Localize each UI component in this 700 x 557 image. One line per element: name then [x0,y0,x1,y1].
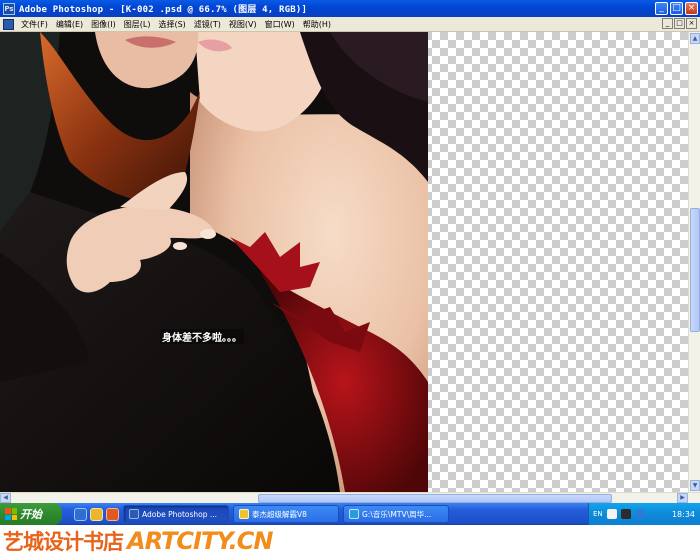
menu-bar: 文件(F) 编辑(E) 图像(I) 图层(L) 选择(S) 滤镜(T) 视图(V… [0,17,700,32]
desktop-icon[interactable] [90,507,103,521]
document-controls: _ □ × [662,18,697,29]
task-label: G:\音乐\MTV\周华... [362,509,432,519]
menu-help[interactable]: 帮助(H) [299,19,335,30]
title-bar[interactable]: Ps Adobe Photoshop - [K-002 .psd @ 66.7%… [0,0,700,17]
task-media-player[interactable]: 泰杰超级解霸V8 [233,505,339,523]
folder-icon [349,509,359,519]
horizontal-scrollbar[interactable]: ◀ ▶ [0,492,700,503]
watermark-banner: 艺城设计书店 ARTCITY.CN [0,525,700,557]
doc-minimize-button[interactable]: _ [662,18,673,29]
task-photoshop[interactable]: Adobe Photoshop ... [123,505,229,523]
menu-edit[interactable]: 编辑(E) [52,19,87,30]
quick-launch [74,507,119,521]
task-label: Adobe Photoshop ... [142,509,218,519]
windows-logo-icon [5,508,17,520]
start-label: 开始 [20,508,42,521]
menu-window[interactable]: 窗口(W) [261,19,299,30]
task-label: 泰杰超级解霸V8 [252,509,307,519]
menu-filter[interactable]: 滤镜(T) [190,19,225,30]
menu-layer[interactable]: 图层(L) [120,19,155,30]
clock[interactable]: 18:34 [672,510,695,519]
artwork-painting [0,32,428,492]
window-controls: _ □ × [655,2,698,15]
maximize-button[interactable]: □ [670,2,683,15]
watermark-en-text: ARTCITY.CN [127,527,273,555]
document-icon[interactable] [3,18,14,30]
photoshop-app-icon[interactable]: Ps [3,2,15,15]
start-button[interactable]: 开始 [0,503,62,525]
close-button[interactable]: × [685,2,698,15]
menu-file[interactable]: 文件(F) [17,19,52,30]
canvas-caption: 身体差不多啦。。。 [160,329,244,344]
help-icon[interactable] [606,509,617,519]
media-icon[interactable] [106,507,119,521]
doc-close-button[interactable]: × [686,18,697,29]
doc-restore-button[interactable]: □ [674,18,685,29]
minimize-button[interactable]: _ [655,2,668,15]
task-folder[interactable]: G:\音乐\MTV\周华... [343,505,449,523]
watermark-cn-text: 艺城设计书店 [3,530,124,554]
ie-icon[interactable] [74,507,87,521]
vertical-scrollbar[interactable]: ▲ ▼ [688,32,700,492]
vertical-scroll-thumb[interactable] [690,208,700,332]
horizontal-scroll-thumb[interactable] [258,494,612,503]
photoshop-icon [129,509,139,519]
scroll-down-icon[interactable]: ▼ [690,480,700,491]
media-player-icon [239,509,249,519]
menu-select[interactable]: 选择(S) [154,19,189,30]
scroll-left-icon[interactable]: ◀ [0,493,11,503]
document-canvas[interactable]: 身体差不多啦。。。 [0,32,688,492]
network-icon[interactable] [634,509,645,519]
scroll-up-icon[interactable]: ▲ [690,33,700,44]
scroll-right-icon[interactable]: ▶ [677,493,688,503]
menu-view[interactable]: 视图(V) [225,19,261,30]
system-tray: EN 18:34 [588,503,700,525]
menu-image[interactable]: 图像(I) [87,19,120,30]
taskbar: 开始 Adobe Photoshop ... 泰杰超级解霸V8 G:\音乐\MT… [0,503,700,525]
ime-icon[interactable] [620,509,631,519]
language-indicator[interactable]: EN [593,510,603,518]
window-title: Adobe Photoshop - [K-002 .psd @ 66.7% (图… [19,5,308,15]
